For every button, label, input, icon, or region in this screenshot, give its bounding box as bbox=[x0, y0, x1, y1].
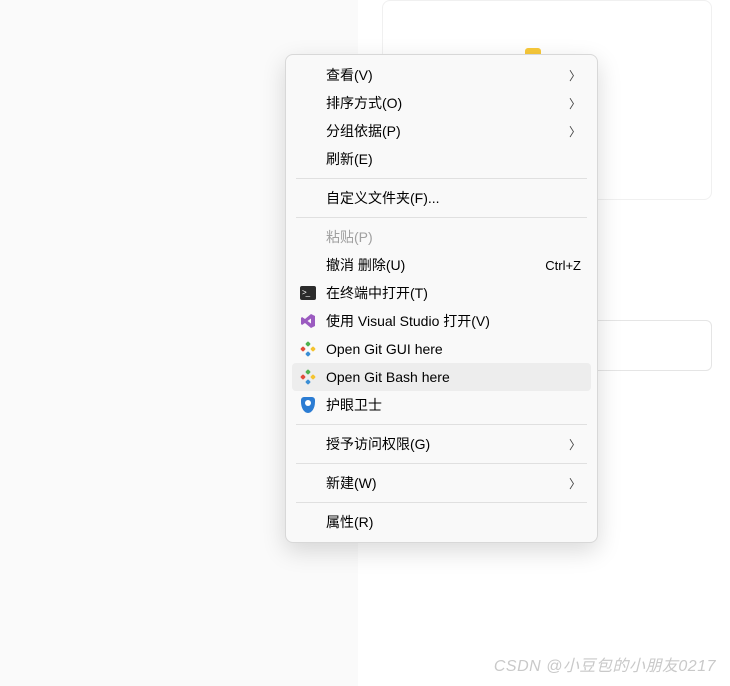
menu-label: 护眼卫士 bbox=[326, 395, 583, 415]
menu-separator bbox=[296, 424, 587, 425]
git-icon bbox=[299, 340, 317, 358]
menu-label: 撤消 删除(U) bbox=[326, 255, 545, 275]
menu-properties[interactable]: 属性(R) bbox=[292, 508, 591, 536]
menu-open-visual-studio[interactable]: 使用 Visual Studio 打开(V) bbox=[292, 307, 591, 335]
menu-label: 在终端中打开(T) bbox=[326, 283, 583, 303]
menu-git-gui[interactable]: Open Git GUI here bbox=[292, 335, 591, 363]
menu-new[interactable]: 新建(W) 〉 bbox=[292, 469, 591, 497]
menu-git-bash[interactable]: Open Git Bash here bbox=[292, 363, 591, 391]
menu-label: 授予访问权限(G) bbox=[326, 434, 569, 454]
menu-label: 属性(R) bbox=[326, 512, 583, 532]
menu-label: 自定义文件夹(F)... bbox=[326, 188, 583, 208]
menu-label: 粘贴(P) bbox=[326, 227, 583, 247]
menu-separator bbox=[296, 217, 587, 218]
menu-label: Open Git Bash here bbox=[326, 369, 583, 385]
chevron-right-icon: 〉 bbox=[569, 95, 581, 112]
menu-eye-guardian[interactable]: 护眼卫士 bbox=[292, 391, 591, 419]
menu-separator bbox=[296, 502, 587, 503]
menu-customize-folder[interactable]: 自定义文件夹(F)... bbox=[292, 184, 591, 212]
menu-paste: 粘贴(P) bbox=[292, 223, 591, 251]
menu-label: Open Git GUI here bbox=[326, 341, 583, 357]
menu-label: 刷新(E) bbox=[326, 149, 583, 169]
chevron-right-icon: 〉 bbox=[569, 475, 581, 492]
menu-undo-delete[interactable]: 撤消 删除(U) Ctrl+Z bbox=[292, 251, 591, 279]
chevron-right-icon: 〉 bbox=[569, 123, 581, 140]
menu-shortcut: Ctrl+Z bbox=[545, 258, 581, 273]
watermark-text: CSDN @小豆包的小朋友0217 bbox=[494, 652, 716, 676]
chevron-right-icon: 〉 bbox=[569, 67, 581, 84]
menu-separator bbox=[296, 178, 587, 179]
menu-group[interactable]: 分组依据(P) 〉 bbox=[292, 117, 591, 145]
visual-studio-icon bbox=[299, 312, 317, 330]
menu-open-terminal[interactable]: 在终端中打开(T) bbox=[292, 279, 591, 307]
chevron-right-icon: 〉 bbox=[569, 436, 581, 453]
menu-refresh[interactable]: 刷新(E) bbox=[292, 145, 591, 173]
menu-view[interactable]: 查看(V) 〉 bbox=[292, 61, 591, 89]
menu-label: 新建(W) bbox=[326, 473, 569, 493]
menu-separator bbox=[296, 463, 587, 464]
menu-grant-access[interactable]: 授予访问权限(G) 〉 bbox=[292, 430, 591, 458]
menu-label: 查看(V) bbox=[326, 65, 569, 85]
terminal-icon bbox=[299, 284, 317, 302]
menu-label: 排序方式(O) bbox=[326, 93, 569, 113]
shield-icon bbox=[299, 396, 317, 414]
menu-label: 分组依据(P) bbox=[326, 121, 569, 141]
git-icon bbox=[299, 368, 317, 386]
menu-sort[interactable]: 排序方式(O) 〉 bbox=[292, 89, 591, 117]
context-menu: 查看(V) 〉 排序方式(O) 〉 分组依据(P) 〉 刷新(E) 自定义文件夹… bbox=[285, 54, 598, 543]
menu-label: 使用 Visual Studio 打开(V) bbox=[326, 311, 583, 331]
